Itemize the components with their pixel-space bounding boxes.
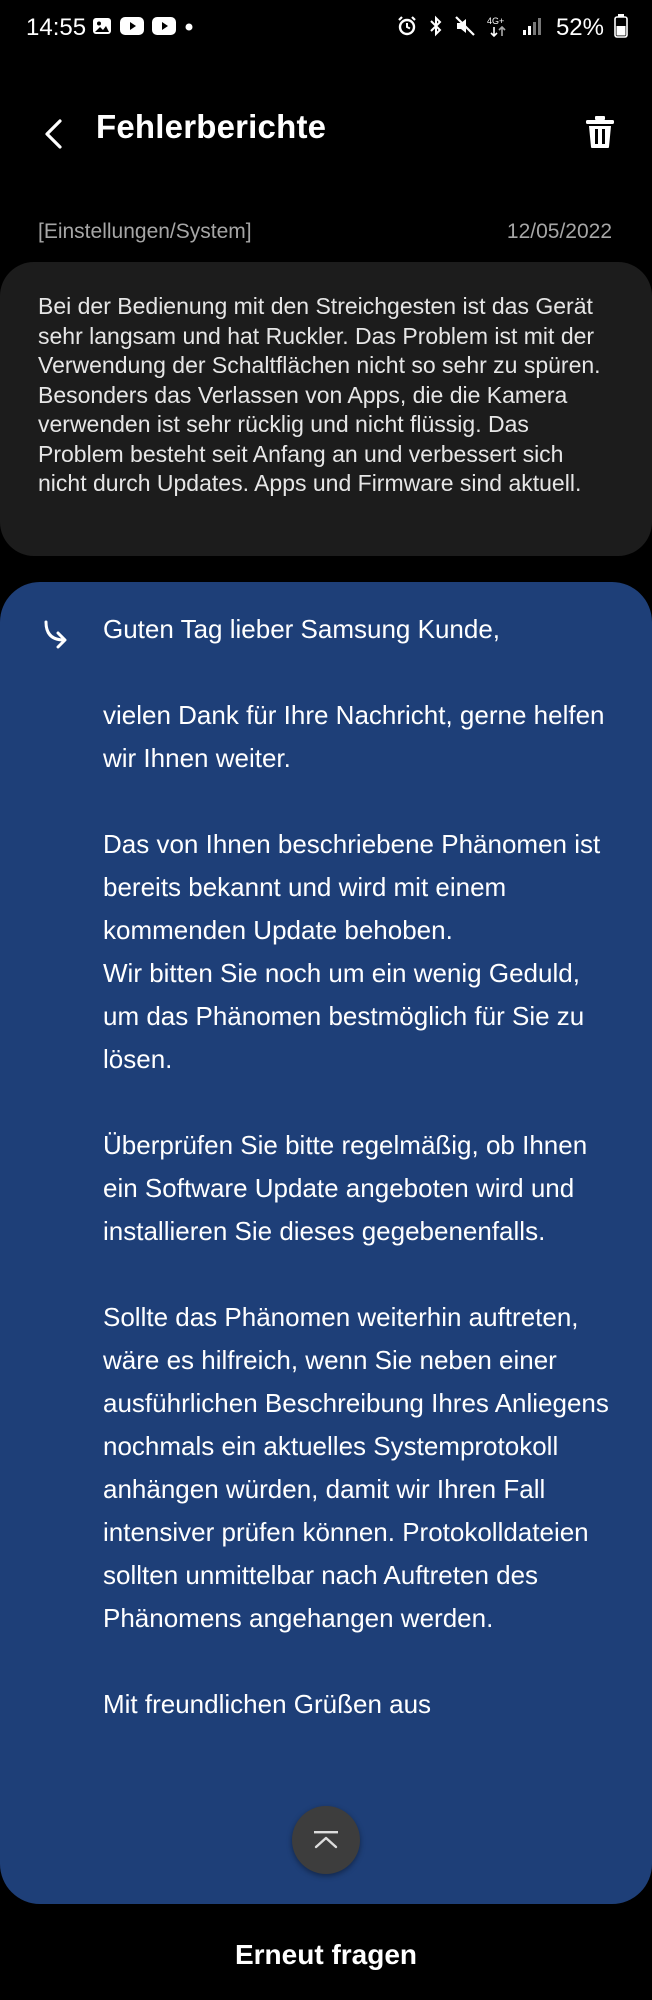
- gallery-notification-icon: [92, 16, 112, 41]
- notification-icons: [92, 14, 194, 42]
- back-button[interactable]: [26, 106, 82, 162]
- alarm-icon: [396, 15, 418, 42]
- report-category: [Einstellungen/System]: [38, 220, 252, 243]
- youtube-notification-icon: [152, 16, 176, 40]
- report-meta: [Einstellungen/System] 12/05/2022: [38, 220, 612, 250]
- back-arrow-icon: [45, 119, 62, 149]
- more-notifications-dot-icon: [184, 19, 194, 37]
- scroll-to-top-button[interactable]: [292, 1806, 360, 1874]
- answer-paragraph: vielen Dank für Ihre Nachricht, gerne he…: [103, 700, 605, 773]
- battery-icon: [614, 13, 628, 43]
- answer-paragraph: Guten Tag lieber Samsung Kunde,: [103, 614, 501, 644]
- bluetooth-icon: [428, 15, 444, 42]
- ask-again-button[interactable]: Erneut fragen: [0, 1920, 652, 1990]
- network-type-label: 4G+: [487, 16, 504, 26]
- delete-button[interactable]: [572, 104, 628, 160]
- question-text: Bei der Bedienung mit den Streichgesten …: [38, 293, 601, 496]
- answer-paragraph: Überprüfen Sie bitte regelmäßig, ob Ihne…: [103, 1130, 588, 1246]
- status-bar: 14:55 4G+ 52%: [0, 0, 652, 56]
- answer-card: Guten Tag lieber Samsung Kunde, vielen D…: [0, 582, 652, 1904]
- system-status-icons: 4G+ 52%: [396, 12, 628, 44]
- mute-icon: [454, 15, 476, 42]
- question-card: Bei der Bedienung mit den Streichgesten …: [0, 262, 652, 556]
- page-title: Fehlerberichte: [96, 108, 327, 145]
- battery-percentage: 52%: [555, 14, 604, 41]
- signal-strength-icon: [522, 16, 542, 41]
- answer-paragraph: Das von Ihnen beschriebene Phänomen ist …: [103, 829, 601, 1074]
- youtube-notification-icon: [120, 16, 144, 40]
- answer-paragraph: Sollte das Phänomen weiterhin auftreten,…: [103, 1302, 609, 1633]
- report-date: 12/05/2022: [506, 220, 612, 243]
- network-type-icon: 4G+: [486, 14, 512, 43]
- answer-paragraph: Mit freundlichen Grüßen aus: [103, 1689, 432, 1719]
- trash-icon: [586, 116, 614, 148]
- status-time: 14:55: [26, 14, 87, 41]
- scroll-to-top-icon: [314, 1831, 338, 1849]
- reply-arrow-icon: [44, 620, 67, 649]
- answer-text: Guten Tag lieber Samsung Kunde, vielen D…: [103, 608, 623, 1726]
- app-header: Fehlerberichte: [0, 90, 652, 170]
